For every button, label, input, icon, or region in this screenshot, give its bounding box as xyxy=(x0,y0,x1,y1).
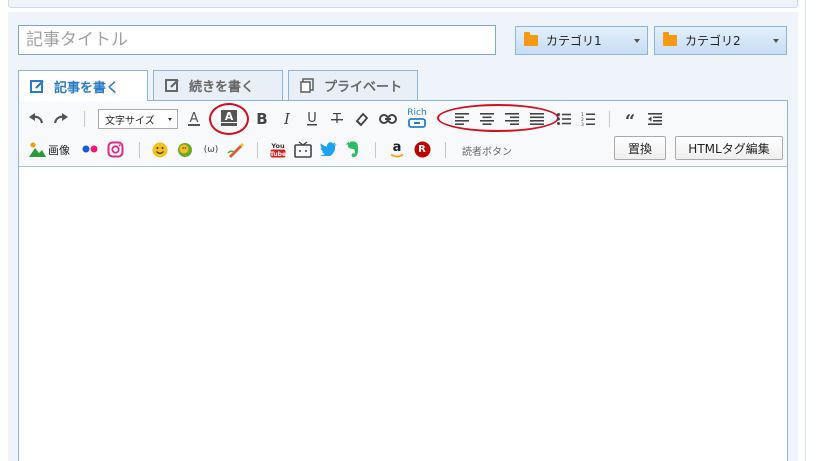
strikethrough-icon[interactable]: T xyxy=(328,110,346,128)
svg-text:A: A xyxy=(225,110,234,123)
toolbar-separator xyxy=(609,111,610,127)
rakuten-icon[interactable]: R xyxy=(413,140,431,158)
image-icon[interactable] xyxy=(29,141,46,157)
amazon-icon[interactable]: a xyxy=(388,140,406,158)
toolbar-separator xyxy=(84,111,85,127)
sticker-icon[interactable] xyxy=(176,141,194,158)
bold-icon[interactable]: B xyxy=(253,110,271,128)
reader-button[interactable]: 読者ボタン xyxy=(462,143,512,158)
text-color-icon[interactable]: A xyxy=(185,109,203,129)
svg-text:3: 3 xyxy=(581,122,584,126)
align-center-icon[interactable] xyxy=(478,110,496,128)
flickr-icon[interactable] xyxy=(81,142,99,156)
align-left-icon[interactable] xyxy=(453,110,471,128)
svg-text:“: “ xyxy=(625,113,635,125)
underline-icon[interactable]: U xyxy=(303,110,321,128)
toolbar-separator xyxy=(139,142,140,158)
category2-dropdown[interactable]: カテゴリ2 xyxy=(654,26,787,55)
kaomoji-label: (ω) xyxy=(203,144,219,155)
edit-icon xyxy=(29,78,45,94)
background-color-icon[interactable]: A xyxy=(219,108,239,128)
category1-dropdown[interactable]: カテゴリ1 xyxy=(515,26,648,55)
chevron-down-icon xyxy=(168,118,172,121)
image-label[interactable]: 画像 xyxy=(48,142,70,158)
svg-text:B: B xyxy=(256,111,267,127)
chevron-down-icon xyxy=(634,39,640,43)
youtube-icon[interactable]: You Tube xyxy=(269,140,287,158)
svg-text:U: U xyxy=(307,111,317,126)
toolbar-separator xyxy=(445,142,446,158)
tab-label: 続きを書く xyxy=(189,80,255,95)
font-size-label: 文字サイズ xyxy=(105,115,155,127)
category1-label: カテゴリ1 xyxy=(546,34,602,48)
italic-icon[interactable]: I xyxy=(278,110,296,128)
font-size-select[interactable]: 文字サイズ xyxy=(98,109,178,129)
align-right-icon[interactable] xyxy=(503,110,521,128)
amazon-label: a xyxy=(392,139,402,155)
right-divider xyxy=(805,0,806,461)
link-icon xyxy=(408,118,426,128)
html-tag-edit-label: HTMLタグ編集 xyxy=(688,141,770,156)
align-justify-icon[interactable] xyxy=(528,110,546,128)
edit-icon xyxy=(164,78,180,94)
folder-icon xyxy=(663,32,677,46)
svg-text:You: You xyxy=(270,142,285,150)
evernote-icon[interactable] xyxy=(344,140,360,158)
tab-label: プライベート xyxy=(324,80,403,95)
tab-private[interactable]: プライベート xyxy=(288,70,418,100)
numbered-list-icon[interactable]: 123 xyxy=(579,110,597,128)
folder-icon xyxy=(524,32,538,46)
toolbar-separator xyxy=(375,142,376,158)
undo-icon[interactable] xyxy=(27,110,45,128)
replace-button[interactable]: 置換 xyxy=(614,136,666,160)
tab-write-article[interactable]: 記事を書く xyxy=(18,70,148,101)
tab-label: 記事を書く xyxy=(54,80,120,96)
tab-continue-writing[interactable]: 続きを書く xyxy=(153,70,283,100)
quote-icon[interactable]: “ xyxy=(621,110,639,128)
instagram-icon[interactable] xyxy=(106,140,124,158)
niconico-icon[interactable] xyxy=(293,140,312,158)
redo-icon[interactable] xyxy=(52,110,70,128)
html-tag-edit-button[interactable]: HTMLタグ編集 xyxy=(675,136,783,160)
chevron-down-icon xyxy=(773,39,779,43)
outdent-icon[interactable] xyxy=(646,110,664,128)
rich-link-label: Rich xyxy=(407,108,427,118)
svg-text:Tube: Tube xyxy=(270,151,286,158)
handwriting-icon[interactable] xyxy=(226,140,244,158)
svg-text:I: I xyxy=(283,111,291,127)
rakuten-label: R xyxy=(418,143,426,155)
editor-toolbar: 文字サイズ A A B I U T Rich 1 2 3 “ 画像 (ω) Yo… xyxy=(19,101,787,167)
svg-text:A: A xyxy=(190,111,199,126)
twitter-icon[interactable] xyxy=(319,141,337,157)
top-band xyxy=(8,0,798,8)
kaomoji-icon[interactable]: (ω) xyxy=(200,141,222,158)
replace-label: 置換 xyxy=(627,141,652,156)
editor-text-area[interactable] xyxy=(19,167,787,461)
bulleted-list-icon[interactable] xyxy=(555,110,573,128)
emoji-icon[interactable] xyxy=(151,141,168,158)
article-title-input[interactable] xyxy=(18,25,496,55)
rich-link-button[interactable]: Rich xyxy=(404,105,430,131)
document-icon xyxy=(299,78,315,94)
editor: 文字サイズ A A B I U T Rich 1 2 3 “ 画像 (ω) Yo… xyxy=(18,100,788,461)
link-icon[interactable] xyxy=(378,110,398,128)
toolbar-separator xyxy=(257,142,258,158)
category2-label: カテゴリ2 xyxy=(685,34,741,48)
clear-format-icon[interactable] xyxy=(353,110,371,128)
